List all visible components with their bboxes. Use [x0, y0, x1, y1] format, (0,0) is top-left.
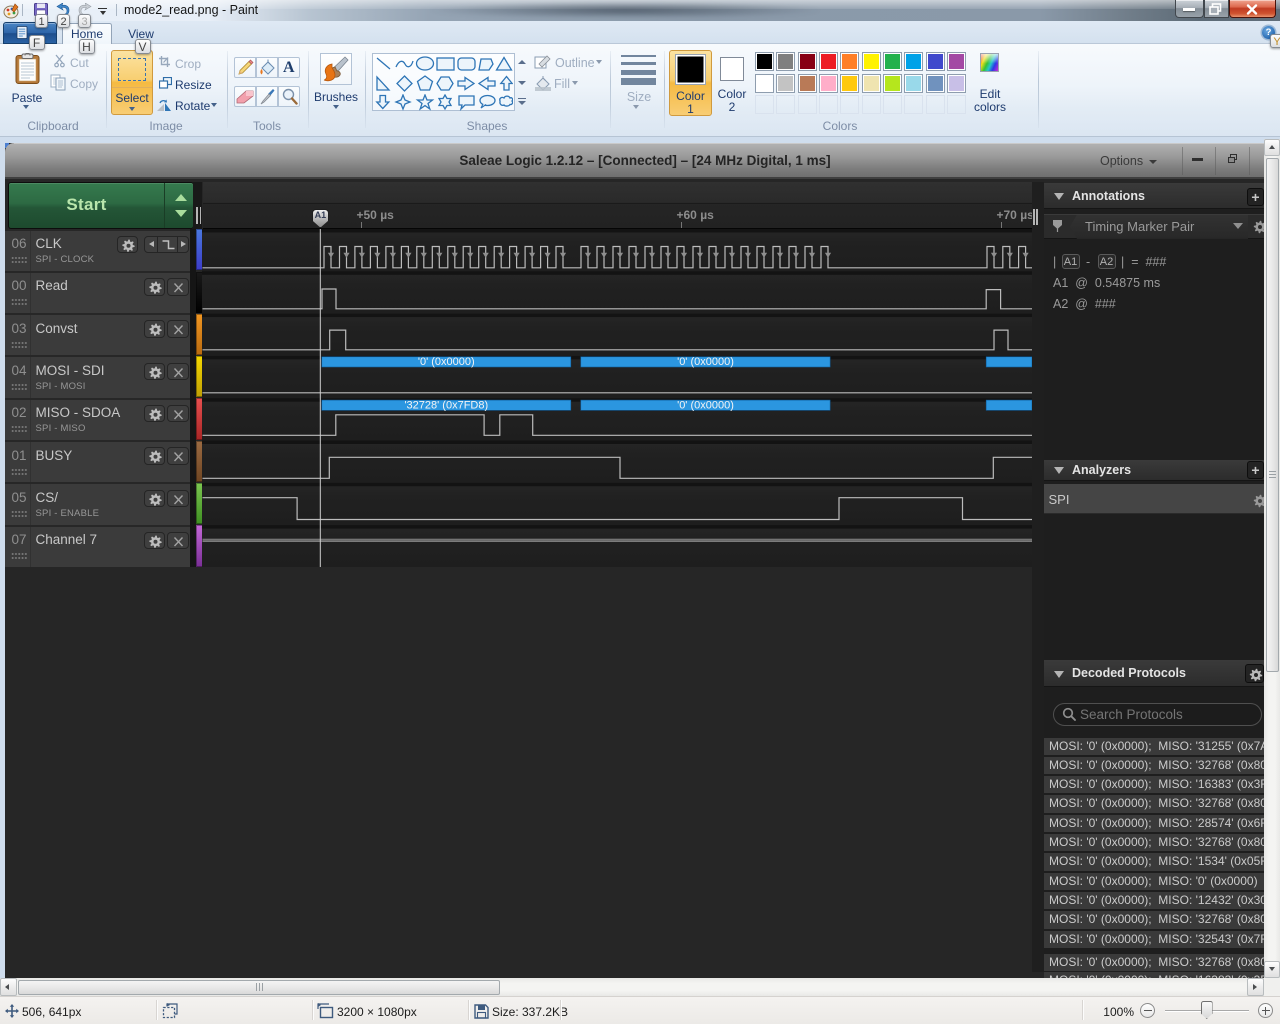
svg-text:'0' (0x0000): '0' (0x0000): [418, 356, 475, 368]
svg-text:'0' (0x0000): '0' (0x0000): [677, 356, 734, 368]
svg-text:'32728' (0x7FD8): '32728' (0x7FD8): [404, 399, 488, 411]
svg-text:'0' (0x0000): '0' (0x0000): [677, 399, 734, 411]
